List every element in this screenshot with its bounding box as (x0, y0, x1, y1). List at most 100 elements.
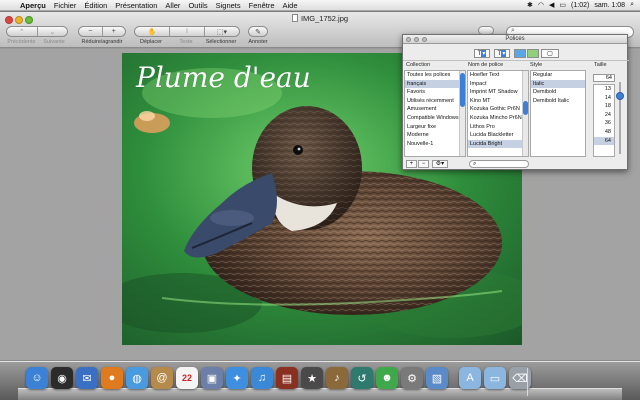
collection-item[interactable]: français (405, 79, 465, 89)
font-size-item[interactable]: 64 (594, 136, 614, 146)
zoom-label: Réduire/agrandir (81, 39, 123, 45)
font-style-item[interactable]: Demibold Italic (531, 97, 585, 106)
panel-zoom-button[interactable] (422, 37, 427, 42)
document-color-button[interactable] (527, 49, 539, 58)
panel-close-button[interactable] (406, 37, 411, 42)
menu-edition[interactable]: Édition (80, 1, 111, 10)
menu-aide[interactable]: Aide (279, 1, 302, 10)
font-size-item[interactable]: 18 (594, 102, 614, 111)
size-list[interactable]: 13 14 18 24 36 48 64 (593, 84, 615, 157)
applications-folder-icon[interactable]: A (459, 367, 481, 389)
font-size-item[interactable]: 13 (594, 85, 614, 94)
photo-booth-icon[interactable]: ▤ (276, 367, 298, 389)
collection-item[interactable]: Largeur fixe (405, 123, 465, 132)
font-size-item[interactable]: 24 (594, 111, 614, 120)
collection-item[interactable]: Toutes les polices (405, 71, 465, 80)
address-book-icon[interactable]: @ (151, 367, 173, 389)
add-collection-button[interactable]: + (406, 160, 417, 168)
text-label: Texte (179, 39, 193, 45)
menubar-clock[interactable]: sam. 1:08 (594, 2, 625, 9)
font-family-item[interactable]: Imprint MT Shadow (468, 88, 528, 97)
text-tool-icon[interactable]: I (170, 28, 204, 35)
action-menu-button[interactable]: ⚙▾ (432, 160, 448, 168)
collection-item[interactable]: Amusement (405, 105, 465, 114)
menu-presentation[interactable]: Présentation (111, 1, 161, 10)
wifi-icon[interactable]: ◠ (538, 1, 544, 9)
firefox-icon[interactable]: ● (101, 367, 123, 389)
strikethrough-menu-button[interactable]: T ▾ (494, 49, 510, 58)
safari-icon[interactable]: ✦ (226, 367, 248, 389)
font-size-item[interactable]: 48 (594, 128, 614, 137)
zoom-out-button[interactable]: − (79, 28, 102, 35)
menu-outils[interactable]: Outils (184, 1, 211, 10)
shadow-button[interactable]: ▢ (541, 49, 559, 58)
system-preferences-icon[interactable]: ⚙ (401, 367, 423, 389)
font-family-item[interactable]: Kozuka Mincho Pr6N (468, 114, 528, 123)
font-size-item[interactable]: 14 (594, 94, 614, 103)
collection-list[interactable]: Toutes les polices français Favoris Utilisé… (404, 70, 466, 157)
font-search-field[interactable]: ⌕ (469, 160, 529, 168)
font-family-item[interactable]: Lithos Pro (468, 123, 528, 132)
font-family-item[interactable]: Hoefler Text (468, 71, 528, 80)
size-input[interactable]: 64 (593, 74, 615, 82)
dock: ☺ ◉ ✉ ● ◍ @22 ▣ ✦ ♫ ▤ ★ ♪ ↺ ☻ ⚙ ▧ A ▭ ⌫ (0, 362, 640, 400)
size-slider[interactable] (616, 82, 624, 154)
text-color-button[interactable] (514, 49, 526, 58)
battery-time[interactable]: (1:02) (571, 2, 589, 9)
itunes-icon[interactable]: ♫ (251, 367, 273, 389)
style-list[interactable]: Regular Italic Demibold Demibold Italic (530, 70, 586, 157)
fonts-panel-titlebar: Polices (403, 35, 627, 44)
documents-folder-icon[interactable]: ▭ (484, 367, 506, 389)
collection-item[interactable]: Nouvelle-1 (405, 140, 465, 149)
font-family-item[interactable]: Kino MT (468, 97, 528, 106)
next-arrow-icon[interactable]: ⌄ (38, 28, 68, 36)
font-style-item[interactable]: Italic (531, 79, 585, 89)
font-family-item[interactable]: Lucida Blackletter (468, 131, 528, 140)
font-style-item[interactable]: Demibold (531, 88, 585, 97)
messenger-icon[interactable]: ☻ (376, 367, 398, 389)
fonts-panel-footer: + − ⚙▾ ⌕ (403, 158, 629, 170)
font-search-icon: ⌕ (473, 161, 477, 167)
family-list[interactable]: Hoefler Text Impact Imprint MT Shadow Kino … (467, 70, 529, 157)
bluetooth-icon[interactable]: ✱ (527, 1, 533, 9)
hand-tool-icon[interactable]: ✋ (135, 28, 169, 36)
iphoto-icon[interactable]: ▣ (201, 367, 223, 389)
select-tool-icon[interactable]: ⬚▾ (205, 28, 239, 36)
ical-icon[interactable]: 22 (176, 367, 198, 389)
ichat-icon[interactable]: ◍ (126, 367, 148, 389)
time-machine-icon[interactable]: ↺ (351, 367, 373, 389)
font-family-item[interactable]: Kozuka Gothic Pr6N (468, 105, 528, 114)
size-slider-thumb[interactable] (616, 92, 624, 100)
dashboard-icon[interactable]: ◉ (51, 367, 73, 389)
garageband-icon[interactable]: ♪ (326, 367, 348, 389)
font-style-item[interactable]: Regular (531, 71, 585, 80)
menu-fichier[interactable]: Fichier (50, 1, 81, 10)
spotlight-icon[interactable]: ⌕ (630, 1, 634, 9)
preview-icon[interactable]: ▧ (426, 367, 448, 389)
collection-item[interactable]: Favoris (405, 88, 465, 97)
family-scrollbar[interactable] (522, 71, 528, 156)
zoom-in-button[interactable]: + (103, 28, 126, 35)
finder-icon[interactable]: ☺ (26, 367, 48, 389)
font-family-item[interactable]: Lucida Bright (468, 139, 528, 149)
collection-item[interactable]: Utilisés récemment (405, 97, 465, 106)
collection-item[interactable]: Moderne (405, 131, 465, 140)
panel-minimize-button[interactable] (414, 37, 419, 42)
volume-icon[interactable]: ◀ (549, 1, 554, 9)
menu-aperçu[interactable]: Aperçu (16, 1, 50, 10)
collection-item[interactable]: Compatible Windows (405, 114, 465, 123)
annotate-button[interactable]: ✎ (248, 26, 268, 37)
font-family-item[interactable]: Impact (468, 80, 528, 89)
battery-icon[interactable]: ▭ (559, 1, 566, 9)
remove-collection-button[interactable]: − (418, 160, 429, 168)
font-size-item[interactable]: 36 (594, 119, 614, 128)
menu-aller[interactable]: Aller (161, 1, 184, 10)
collection-scrollbar[interactable] (459, 71, 465, 156)
previous-arrow-icon[interactable]: ⌃ (7, 28, 37, 36)
menu-signets[interactable]: Signets (212, 1, 245, 10)
imovie-icon[interactable]: ★ (301, 367, 323, 389)
mail-icon[interactable]: ✉ (76, 367, 98, 389)
menu-fenetre[interactable]: Fenêtre (245, 1, 279, 10)
fonts-panel-title: Polices (505, 36, 525, 42)
underline-menu-button[interactable]: T ▾ (474, 49, 490, 58)
